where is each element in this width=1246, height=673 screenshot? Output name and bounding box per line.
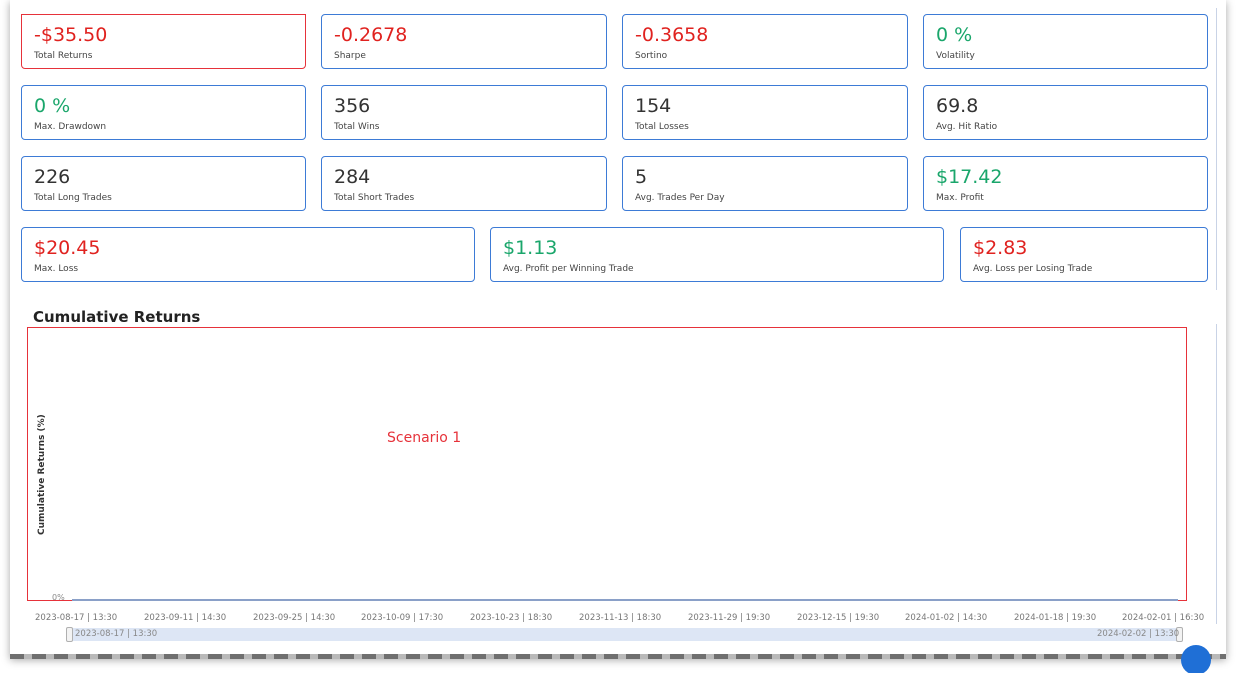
metric-label: Total Returns (34, 51, 93, 61)
metric-card-total-wins: 356 Total Wins (321, 85, 607, 140)
x-tick-label: 2023-11-29 | 19:30 (688, 613, 771, 623)
chat-fab-button[interactable] (1181, 645, 1211, 673)
metric-label: Total Long Trades (34, 193, 112, 203)
range-start-label: 2023-08-17 | 13:30 (75, 629, 158, 639)
metric-value: -0.2678 (334, 24, 408, 46)
metric-card-volatility: 0 % Volatility (923, 14, 1208, 69)
cumulative-returns-line (72, 599, 1178, 601)
x-tick-label: 2024-01-18 | 19:30 (1014, 613, 1097, 623)
metric-label: Total Short Trades (334, 193, 415, 203)
metric-value: -0.3658 (635, 24, 709, 46)
metric-card-total-losses: 154 Total Losses (622, 85, 908, 140)
metric-card-total-short-trades: 284 Total Short Trades (321, 156, 607, 211)
metric-label: Avg. Hit Ratio (936, 122, 998, 132)
range-slider-track[interactable] (69, 628, 1182, 641)
x-tick-label: 2023-12-15 | 19:30 (797, 613, 880, 623)
metric-value: 69.8 (936, 95, 979, 117)
metric-card-avg-loss-per-losing-trade: $2.83 Avg. Loss per Losing Trade (960, 227, 1208, 282)
metric-value: $1.13 (503, 237, 558, 259)
metric-card-avg-profit-per-winning-trade: $1.13 Avg. Profit per Winning Trade (490, 227, 944, 282)
metric-value: $20.45 (34, 237, 101, 259)
metric-value: -$35.50 (34, 24, 108, 46)
x-axis-ticks: 2023-08-17 | 13:30 2023-09-11 | 14:30 20… (0, 613, 1216, 625)
x-tick-label: 2023-09-25 | 14:30 (253, 613, 336, 623)
window-bottom-edge (10, 654, 1226, 659)
metric-value: 5 (635, 166, 648, 188)
metric-label: Avg. Loss per Losing Trade (973, 264, 1093, 274)
metric-value: 356 (334, 95, 371, 117)
metric-card-sortino: -0.3658 Sortino (622, 14, 908, 69)
metric-card-avg-trades-per-day: 5 Avg. Trades Per Day (622, 156, 908, 211)
scrollbar-track (1216, 8, 1217, 290)
chart-y-axis-label: Cumulative Returns (%) (37, 414, 47, 535)
metric-value: 284 (334, 166, 371, 188)
x-tick-label: 2023-11-13 | 18:30 (579, 613, 662, 623)
chart-area[interactable] (27, 327, 1187, 601)
metric-label: Max. Loss (34, 264, 79, 274)
y-tick-label: 0% (52, 593, 65, 602)
metric-card-max-drawdown: 0 % Max. Drawdown (21, 85, 306, 140)
metric-value: 226 (34, 166, 71, 188)
metric-label: Sharpe (334, 51, 366, 61)
metric-label: Total Losses (635, 122, 689, 132)
x-tick-label: 2023-10-09 | 17:30 (361, 613, 444, 623)
metric-value: $2.83 (973, 237, 1028, 259)
scrollbar-track-lower (1216, 324, 1217, 624)
metric-card-sharpe: -0.2678 Sharpe (321, 14, 607, 69)
metric-label: Max. Drawdown (34, 122, 107, 132)
metric-value: $17.42 (936, 166, 1003, 188)
metric-label: Avg. Trades Per Day (635, 193, 725, 203)
metric-value: 154 (635, 95, 672, 117)
range-end-label: 2024-02-02 | 13:30 (1097, 629, 1180, 639)
metric-label: Total Wins (334, 122, 380, 132)
x-tick-label: 2023-10-23 | 18:30 (470, 613, 553, 623)
metric-card-max-profit: $17.42 Max. Profit (923, 156, 1208, 211)
metric-card-avg-hit-ratio: 69.8 Avg. Hit Ratio (923, 85, 1208, 140)
metric-card-total-long-trades: 226 Total Long Trades (21, 156, 306, 211)
x-tick-label: 2023-08-17 | 13:30 (35, 613, 118, 623)
metric-label: Avg. Profit per Winning Trade (503, 264, 634, 274)
x-tick-label: 2024-01-02 | 14:30 (905, 613, 988, 623)
range-slider-start-handle[interactable] (66, 627, 73, 642)
x-tick-label: 2023-09-11 | 14:30 (144, 613, 227, 623)
metric-label: Volatility (936, 51, 975, 61)
metric-value: 0 % (34, 95, 71, 117)
metric-value: 0 % (936, 24, 973, 46)
x-tick-label: 2024-02-01 | 16:30 (1122, 613, 1205, 623)
metric-card-max-loss: $20.45 Max. Loss (21, 227, 475, 282)
scenario-annotation: Scenario 1 (387, 430, 462, 446)
chart-title: Cumulative Returns (33, 308, 201, 326)
metric-label: Sortino (635, 51, 668, 61)
metric-card-total-returns: -$35.50 Total Returns (21, 14, 306, 69)
metric-label: Max. Profit (936, 193, 984, 203)
